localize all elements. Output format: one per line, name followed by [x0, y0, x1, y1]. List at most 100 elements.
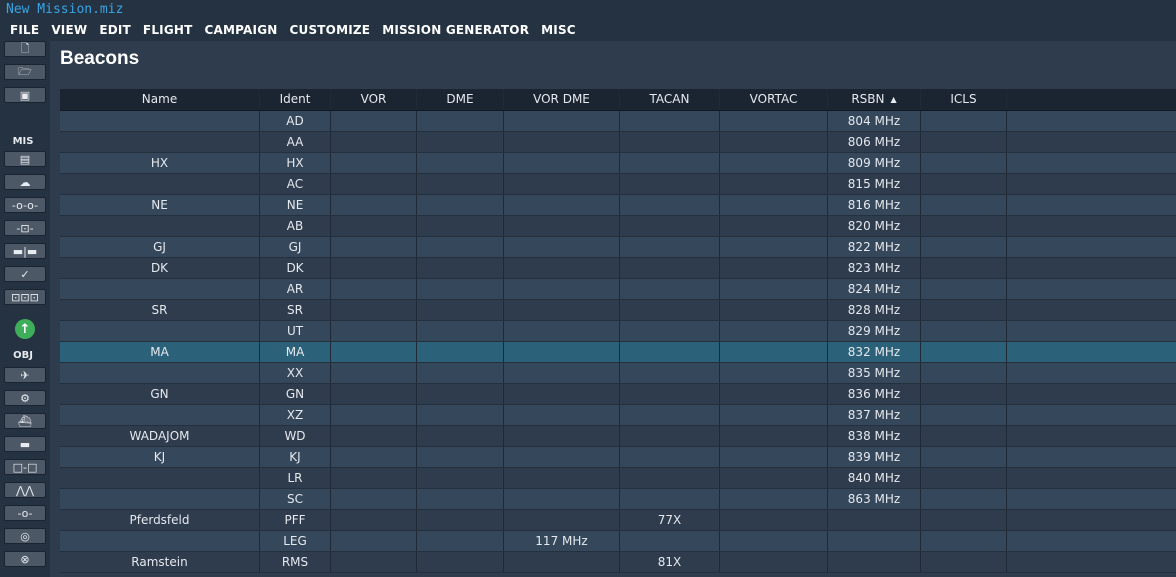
column-header-name[interactable]: Name — [60, 89, 260, 110]
cell-ident: GJ — [260, 237, 331, 257]
cell-icls — [921, 174, 1007, 194]
table-row[interactable]: MA MA 832 MHz — [60, 342, 1176, 363]
cell-icls — [921, 552, 1007, 572]
add-ship-button[interactable]: ⛴ — [4, 413, 46, 429]
table-row[interactable]: AA 806 MHz — [60, 132, 1176, 153]
menu-misc[interactable]: MISC — [541, 23, 576, 37]
menu-edit[interactable]: EDIT — [99, 23, 131, 37]
menu-file[interactable]: FILE — [10, 23, 39, 37]
cell-vor — [331, 384, 417, 404]
menu-campaign[interactable]: CAMPAIGN — [205, 23, 278, 37]
table-row[interactable]: AC 815 MHz — [60, 174, 1176, 195]
table-row[interactable]: HX HX 809 MHz — [60, 153, 1176, 174]
menu-customize[interactable]: CUSTOMIZE — [290, 23, 371, 37]
check-button[interactable]: ✓ — [4, 266, 46, 282]
cell-dme — [417, 195, 504, 215]
add-target-button[interactable]: ◎ — [4, 528, 46, 544]
table-row[interactable]: AR 824 MHz — [60, 279, 1176, 300]
cell-filler — [1007, 489, 1176, 509]
goals-button[interactable]: -⊡- — [4, 220, 46, 236]
cell-name: GN — [60, 384, 260, 404]
column-header-vortac[interactable]: VORTAC — [720, 89, 828, 110]
menu-view[interactable]: VIEW — [51, 23, 87, 37]
save-file-button[interactable]: ▣ — [4, 87, 46, 103]
new-file-button[interactable]: 🗋 — [4, 41, 46, 57]
add-plane-button[interactable]: ✈ — [4, 367, 46, 383]
open-file-button[interactable]: 🗁 — [4, 64, 46, 80]
cell-name — [60, 489, 260, 509]
table-row[interactable]: AD 804 MHz — [60, 111, 1176, 132]
column-header-vor-dme[interactable]: VOR DME — [504, 89, 620, 110]
cell-vortac — [720, 279, 828, 299]
cell-vortac — [720, 300, 828, 320]
cell-filler — [1007, 153, 1176, 173]
mission-briefing-button[interactable]: ▤ — [4, 151, 46, 167]
fly-mission-button[interactable]: ↑ — [15, 319, 35, 339]
column-header-tacan[interactable]: TACAN — [620, 89, 720, 110]
table-row[interactable]: WADAJOM WD 838 MHz — [60, 426, 1176, 447]
delete-object-button[interactable]: ⊗ — [4, 551, 46, 567]
table-row[interactable]: Ramstein RMS 81X — [60, 552, 1176, 573]
column-header-ident[interactable]: Ident — [260, 89, 331, 110]
cell-ident: XX — [260, 363, 331, 383]
cell-tacan — [620, 216, 720, 236]
table-row[interactable]: LR 840 MHz — [60, 468, 1176, 489]
table-row[interactable]: Pferdsfeld PFF 77X — [60, 510, 1176, 531]
cell-tacan: 81X — [620, 552, 720, 572]
table-row[interactable]: DK DK 823 MHz — [60, 258, 1176, 279]
table-row[interactable]: LEG 117 MHz — [60, 531, 1176, 552]
cell-vor — [331, 363, 417, 383]
table-row[interactable]: GN GN 836 MHz — [60, 384, 1176, 405]
table-row[interactable]: XX 835 MHz — [60, 363, 1176, 384]
table-row[interactable]: NE NE 816 MHz — [60, 195, 1176, 216]
cell-vor — [331, 195, 417, 215]
cell-rsbn: 822 MHz — [828, 237, 921, 257]
cell-dme — [417, 447, 504, 467]
static-object-icon: □-□ — [12, 460, 38, 474]
cell-rsbn: 838 MHz — [828, 426, 921, 446]
cell-icls — [921, 510, 1007, 530]
cell-filler — [1007, 552, 1176, 572]
cell-dme — [417, 384, 504, 404]
cell-rsbn: 835 MHz — [828, 363, 921, 383]
flags-button[interactable]: ▬|▬ — [4, 243, 46, 259]
cell-filler — [1007, 321, 1176, 341]
cell-dme — [417, 237, 504, 257]
add-template-button[interactable]: ⋀⋀ — [4, 482, 46, 498]
table-row[interactable]: AB 820 MHz — [60, 216, 1176, 237]
add-vehicle-button[interactable]: ▬ — [4, 436, 46, 452]
cell-icls — [921, 279, 1007, 299]
table-row[interactable]: SR SR 828 MHz — [60, 300, 1176, 321]
add-zone-button[interactable]: -o- — [4, 505, 46, 521]
cell-tacan — [620, 279, 720, 299]
cell-filler — [1007, 258, 1176, 278]
menu-flight[interactable]: FLIGHT — [143, 23, 193, 37]
cell-vortac — [720, 447, 828, 467]
waypoints-button[interactable]: ⊡⊡⊡ — [4, 289, 46, 305]
cell-tacan — [620, 195, 720, 215]
cell-icls — [921, 300, 1007, 320]
cell-vor — [331, 468, 417, 488]
tank-icon: ▬ — [19, 437, 31, 451]
cell-filler — [1007, 300, 1176, 320]
cell-rsbn: 806 MHz — [828, 132, 921, 152]
cell-vor-dme — [504, 174, 620, 194]
column-header-icls[interactable]: ICLS — [921, 89, 1007, 110]
weather-button[interactable]: ☁ — [4, 174, 46, 190]
add-helicopter-button[interactable]: ⚙ — [4, 390, 46, 406]
cell-vortac — [720, 237, 828, 257]
table-row[interactable]: UT 829 MHz — [60, 321, 1176, 342]
table-row[interactable]: KJ KJ 839 MHz — [60, 447, 1176, 468]
column-header-dme[interactable]: DME — [417, 89, 504, 110]
cell-vor — [331, 552, 417, 572]
table-row[interactable]: GJ GJ 822 MHz — [60, 237, 1176, 258]
cell-dme — [417, 132, 504, 152]
add-static-button[interactable]: □-□ — [4, 459, 46, 475]
menu-mission-generator[interactable]: MISSION GENERATOR — [382, 23, 529, 37]
table-row[interactable]: SC 863 MHz — [60, 489, 1176, 510]
column-header-vor[interactable]: VOR — [331, 89, 417, 110]
triggers-button[interactable]: -o-o- — [4, 197, 46, 213]
column-header-rsbn[interactable]: RSBN ▲ — [828, 89, 921, 110]
table-row[interactable]: XZ 837 MHz — [60, 405, 1176, 426]
cell-vor-dme — [504, 321, 620, 341]
